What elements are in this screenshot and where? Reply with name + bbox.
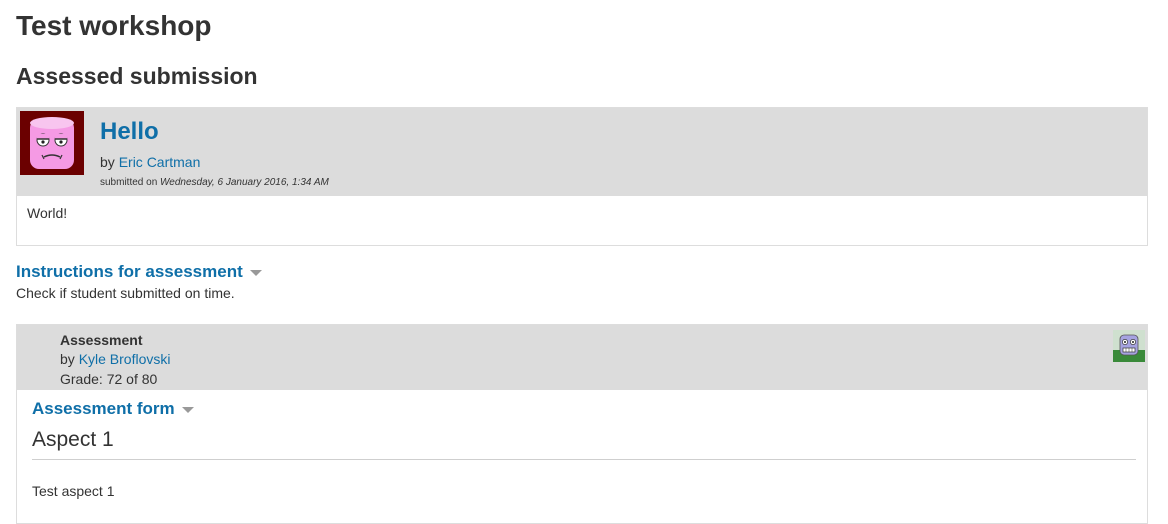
assessment-reviewer-line: by Kyle Broflovski	[60, 350, 171, 368]
assessment-header: Assessment by Kyle Broflovski Grade: 72 …	[17, 325, 1147, 390]
page-title: Test workshop	[16, 10, 212, 41]
instructions-text: Check if student submitted on time.	[16, 285, 235, 301]
caret-down-icon	[249, 269, 262, 276]
by-label: by	[60, 351, 79, 367]
marshmallow-face-avatar-icon	[20, 111, 84, 175]
instructions-toggle[interactable]: Instructions for assessment	[16, 262, 262, 282]
submitted-on-label: submitted on	[100, 177, 161, 188]
submission-date-line: submitted on Wednesday, 6 January 2016, …	[100, 177, 329, 189]
submission-title-link[interactable]: Hello	[100, 118, 159, 146]
robot-face-avatar-icon	[1113, 330, 1145, 362]
submission-author-line: by Eric Cartman	[100, 153, 200, 171]
assessment-title: Assessment	[60, 332, 143, 348]
submission-header: Hello by Eric Cartman submitted on Wedne…	[17, 108, 1147, 196]
by-label: by	[100, 154, 119, 170]
reviewer-avatar[interactable]	[1113, 330, 1145, 362]
assessment-grade: Grade: 72 of 80	[60, 371, 158, 387]
assessment-form-heading: Assessment form	[32, 399, 175, 418]
instructions-heading: Instructions for assessment	[16, 262, 243, 281]
author-name-link[interactable]: Eric Cartman	[119, 154, 201, 170]
aspect-divider	[32, 459, 1136, 460]
caret-down-icon	[181, 406, 194, 413]
submission-content: World!	[27, 205, 68, 221]
assessment-box: Assessment by Kyle Broflovski Grade: 72 …	[16, 324, 1148, 524]
aspect-description: Test aspect 1	[32, 483, 115, 499]
aspect-title: Aspect 1	[32, 428, 114, 451]
submitted-date: Wednesday, 6 January 2016, 1:34 AM	[160, 177, 329, 188]
assessment-form-toggle[interactable]: Assessment form	[32, 399, 194, 419]
section-title: Assessed submission	[16, 63, 258, 89]
author-avatar[interactable]	[20, 111, 84, 175]
submission-box: Hello by Eric Cartman submitted on Wedne…	[16, 107, 1148, 246]
reviewer-name-link[interactable]: Kyle Broflovski	[79, 351, 171, 367]
